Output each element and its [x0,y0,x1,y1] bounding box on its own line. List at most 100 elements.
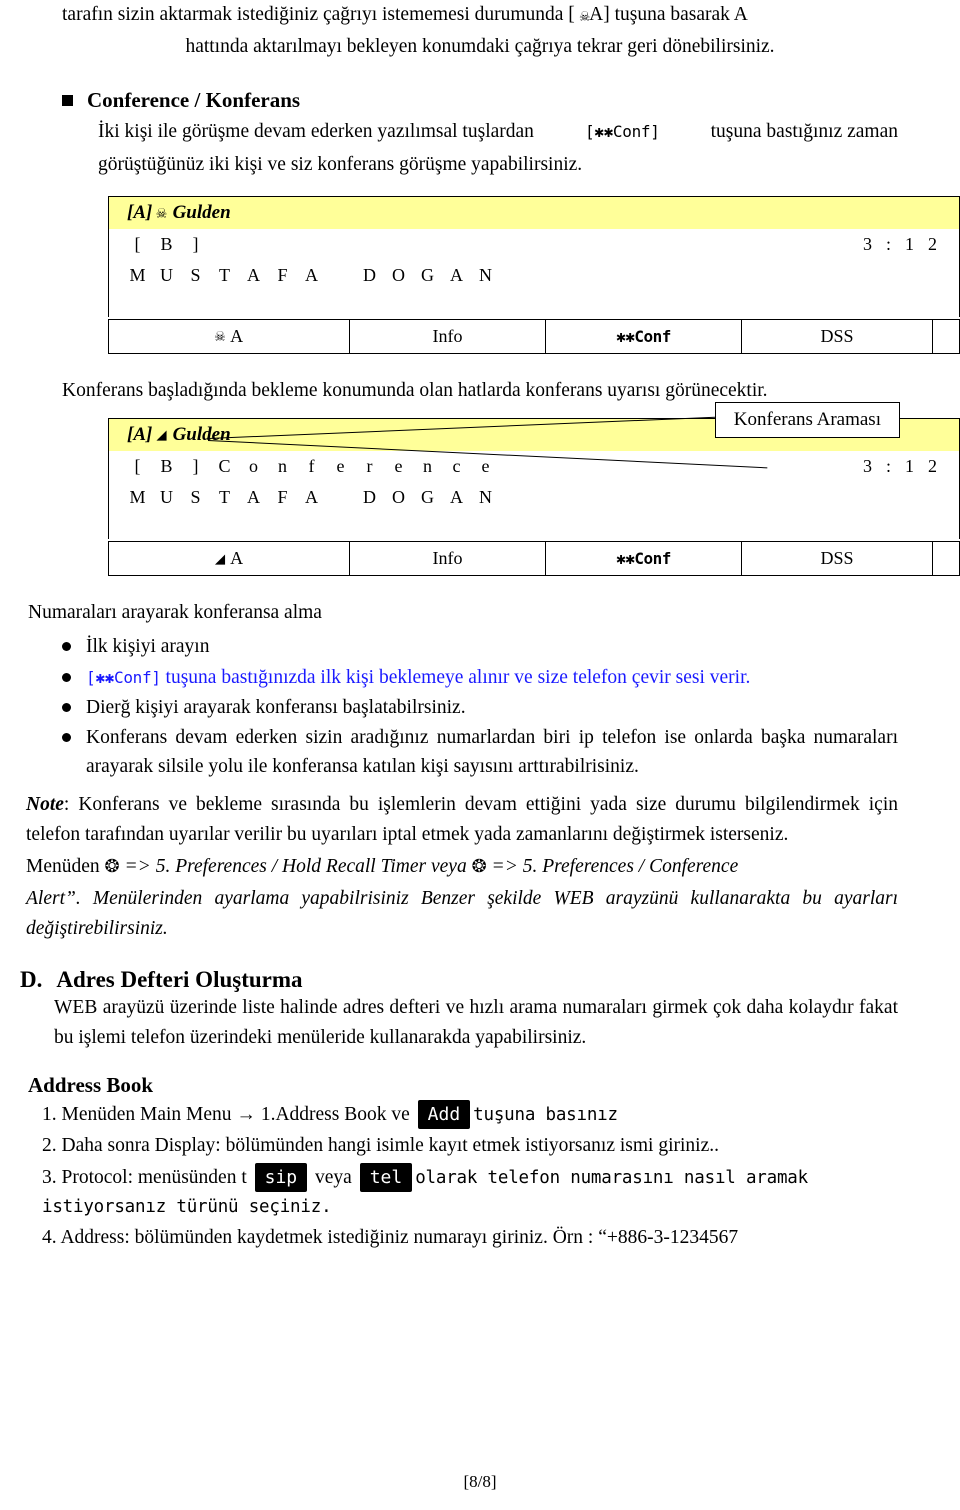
conf-key-label: [✱✱Conf] [584,122,660,142]
lcd-cell: N [479,264,492,285]
softkey-label: ✱✱Conf [616,549,671,569]
wrench-icon: ❂ [471,856,487,877]
section-d-heading: D. Adres Defteri Oluşturma [20,967,898,993]
list-item: İlk kişiyi arayın [60,632,898,661]
softkey-empty-2[interactable] [933,542,959,575]
note-paragraph: Note: Konferans ve bekleme sırasında bu … [26,790,898,850]
step-number: 3. [42,1166,57,1188]
lcd-clock-2: 3 : 1 2 [863,456,959,477]
conference-paragraph: İki kişi ile görüşme devam ederken yazıl… [98,117,898,179]
lcd-caller-name-2: Gulden [172,424,231,446]
note-menu-prefix: Menüden [26,856,100,877]
lcd-cell: [ [134,233,141,254]
add-button[interactable]: Add [417,1100,471,1130]
lcd-cell: e [336,456,345,477]
document-page: tarafın sizin aktarmak istediğiniz çağrı… [0,0,960,1510]
lcd-cell: M [129,487,146,508]
clock-sep: : [885,233,891,254]
tel-button[interactable]: tel [359,1162,413,1192]
list-item: 3. Protocol: menüsünden t sip veya tel ol… [42,1162,898,1222]
bullet-text: İlk kişiyi arayın [86,636,210,658]
sip-button[interactable]: sip [254,1162,308,1192]
intro-line1a: tarafın sizin aktarmak istediğiniz çağrı… [62,4,575,25]
phone-display-2: Konferans Araması [A] ◢ Gulden [ B ] C o [108,402,960,577]
lcd-cell: U [160,487,173,508]
note-text-1: Konferans ve bekleme sırasında bu işleml… [26,793,899,845]
section-d-letter: D. [20,966,43,992]
lcd-cell: O [392,264,405,285]
step-text: Menüden Main Menu [61,1104,237,1126]
bullet-text: tuşuna bastığınızda ilk kişi beklemeye a… [160,666,751,688]
clock-sep: : [885,456,891,477]
lcd-cell: S [190,264,201,285]
note-menu-path-2: => 5. Preferences / Conference [491,856,739,877]
step-text: tuşuna basınız [473,1105,618,1126]
softkey-line-a-1[interactable]: ☠ A [109,319,350,353]
clock-digit: 3 [862,456,872,477]
lcd-title-row-1: [A] ☠ Gulden [109,196,959,229]
lcd-cell: ] [192,456,199,477]
lcd-cell: U [160,264,173,285]
softkey-label: Info [432,548,463,569]
softkey-dss-2[interactable]: DSS [742,542,933,576]
list-item: Konferans devam ederken sizin aradığınız… [60,723,898,782]
softkey-line-a-2[interactable]: ◢ A [109,542,350,576]
softkey-empty-1[interactable] [933,320,959,353]
lcd-blank-row-2 [109,513,959,539]
lcd-line-label-1: [A] [127,201,153,223]
phone-display-1: [A] ☠ Gulden [ B ] 3 : 1 2 M U S T A F A… [108,195,960,354]
softkey-label: ✱✱Conf [616,326,671,346]
dial-bullet-list: İlk kişiyi arayın [✱✱Conf] tuşuna bastığ… [34,632,898,781]
wrench-icon: ❂ [104,856,120,877]
arrow-icon: ◢ [156,425,167,446]
conference-para-c: görüştüğünüz iki kişi ve siz konferans g… [98,153,583,175]
lcd-cell: T [219,487,230,508]
softkey-label: Info [432,325,463,346]
clock-digit: 2 [928,233,937,254]
lcd-cell: o [249,456,258,477]
bullet-text: Dierğ kişiyi arayarak konferansı başlata… [86,696,466,718]
note-menu-path-1: => 5. Preferences / Hold Recall Timer ve… [124,856,467,877]
lcd-cell: [ [134,456,141,477]
softkey-dss-1[interactable]: DSS [742,319,933,353]
callout-label: Konferans Araması [733,409,881,431]
intro-key: A] [589,4,610,25]
conference-para-b: tuşuna bastığınız zaman [710,121,898,143]
lcd-cell: F [277,487,288,508]
bullet-text: Konferans devam ederken sizin aradığınız… [86,727,898,778]
lcd-cell: S [190,487,201,508]
lcd-screen-1: [A] ☠ Gulden [ B ] 3 : 1 2 M U S T A F A… [108,195,960,317]
lcd-cell: G [421,264,434,285]
conference-para-a: İki kişi ile görüşme devam ederken yazıl… [98,121,534,143]
lcd-cell: r [366,456,373,477]
page-footer: [8/8] [463,1472,497,1491]
address-book-heading: Address Book [28,1073,154,1098]
lcd-cell [326,265,355,286]
softkey-info-2[interactable]: Info [350,542,546,576]
step-number: 2. [42,1135,57,1157]
list-item: Dierğ kişiyi arayarak konferansı başlata… [60,693,898,722]
softkey-label: A [230,548,244,569]
step-text: Daha sonra Display: bölümünden hangi isi… [61,1135,719,1157]
lcd-cell: n [278,456,287,477]
page-content: tarafın sizin aktarmak istediğiniz çağrı… [0,0,960,1252]
conference-heading: Conference / Konferans [62,88,898,113]
softkey-conf-2[interactable]: ✱✱Conf [546,542,742,576]
lcd-cell: D [363,264,376,285]
lcd-cell: F [277,264,288,285]
lcd-cell: B [160,456,173,477]
dial-section-heading: Numaraları arayarak konferansa alma [28,602,322,624]
step-text: veya [310,1166,357,1188]
lcd-cell: n [423,456,432,477]
softkey-conf-1[interactable]: ✱✱Conf [546,319,742,353]
lcd-blank-row-1 [109,291,959,317]
lcd-cell: A [305,487,318,508]
lcd-row-b-1: [ B ] 3 : 1 2 [109,229,959,260]
step-text: Address: bölümünden kaydetmek istediğini… [60,1227,739,1249]
softkey-info-1[interactable]: Info [350,319,546,353]
lcd-row-name-1: M U S T A F A D O G A N [109,260,959,291]
list-item: [✱✱Conf] tuşuna bastığınızda ilk kişi be… [60,663,898,692]
lcd-cell: ] [192,233,199,254]
arrow-icon: → [236,1104,256,1126]
list-item: 4. Address: bölümünden kaydetmek istediğ… [42,1223,898,1252]
